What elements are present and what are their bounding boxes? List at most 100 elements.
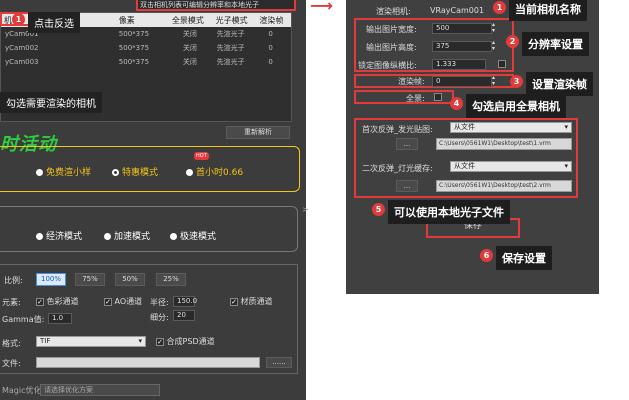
radio-icon	[104, 233, 111, 240]
file-label: 文件:	[2, 359, 21, 368]
cell-camera: yCam002	[5, 44, 39, 52]
left-panel: 双击相机列表可编辑分辨率和本地光子 机 像素 全景模式 光子模式 渲染帧 yCa…	[0, 0, 309, 400]
camera-value: VRayCam001	[430, 6, 485, 15]
elements-label: 元素:	[2, 298, 21, 307]
second-browse-button[interactable]: ...	[396, 180, 418, 192]
cell-photon: 先渲光子	[216, 58, 245, 66]
height-label: 输出图片高度:	[366, 43, 417, 52]
second-bounce-select[interactable]: 从文件 ▾	[450, 161, 572, 172]
header-note: 双击相机列表可编辑分辨率和本地光子	[140, 1, 259, 9]
arrow-right-icon: ⟶	[310, 0, 333, 15]
callout-badge-4: 4	[450, 97, 463, 110]
second-bounce-label: 二次反弹_灯光缓存:	[362, 164, 433, 173]
first-browse-button[interactable]: ...	[396, 138, 418, 150]
cell-pano: 关闭	[182, 58, 197, 66]
col-frame[interactable]: 渲染帧	[256, 13, 291, 27]
lock-ratio-input[interactable]: 1.333	[432, 59, 486, 70]
mode-economy[interactable]: 经济模式	[36, 229, 82, 242]
gamma-label: Gamma值:	[2, 315, 45, 324]
callout-select-cameras: 勾选需要渲染的相机	[0, 92, 102, 113]
width-spinner-icon[interactable]: ▴ ▾	[492, 22, 495, 34]
chevron-down-icon: ▾	[138, 337, 142, 345]
subdiv-label: 细分:	[150, 313, 169, 322]
callout-badge-6: 6	[480, 249, 493, 262]
reparse-button[interactable]: 重新解析	[226, 126, 290, 139]
frame-label: 渲染帧:	[398, 77, 425, 86]
format-label: 格式:	[2, 339, 21, 348]
frame-spinner-icon[interactable]: ▴ ▾	[492, 75, 495, 87]
table-row[interactable]: yCam003 500*375 关闭 先渲光子 0	[1, 55, 291, 69]
promo-option-free[interactable]: 免费渲小样	[36, 165, 91, 178]
scale-75-button[interactable]: 75%	[75, 273, 105, 286]
frame-input[interactable]: 0	[432, 76, 492, 87]
magic-label: Magic优化	[2, 386, 42, 395]
psd-checkbox[interactable]: 合成PSD通道	[156, 336, 215, 347]
collapse-arrow-icon[interactable]: >	[302, 205, 309, 214]
radius-label: 半径:	[150, 298, 169, 307]
height-spinner-icon[interactable]: ▴ ▾	[492, 40, 495, 52]
height-input[interactable]: 375	[432, 41, 492, 52]
gamma-input[interactable]: 1.0	[48, 313, 72, 324]
callout-resolution: 分辨率设置	[522, 32, 589, 56]
callout-camera-name: 当前相机名称	[509, 0, 587, 21]
callout-badge-3: 3	[510, 75, 523, 88]
checkbox-icon	[36, 297, 44, 306]
chevron-down-icon: ▾	[564, 162, 568, 170]
second-path-input[interactable]: C:\Users\0561W1\Desktop\test\2.vrm	[436, 180, 572, 192]
cell-frame: 0	[268, 44, 273, 52]
radius-input[interactable]: 150.0	[173, 296, 197, 307]
callout-badge-1: 1	[12, 13, 25, 26]
file-path-input[interactable]	[36, 357, 260, 368]
callout-frame: 设置渲染帧	[526, 72, 593, 96]
ao-channel-checkbox[interactable]: AO通道	[104, 296, 142, 307]
lock-ratio-checkbox[interactable]	[498, 60, 506, 68]
callout-badge-2: 2	[506, 35, 519, 48]
format-select[interactable]: TIF ▾	[36, 336, 146, 347]
callout-invert-select: 点击反选	[28, 12, 80, 33]
color-channel-checkbox[interactable]: 色彩通道	[36, 296, 79, 307]
checkbox-icon	[230, 297, 238, 306]
first-bounce-label: 首次反弹_发光贴图:	[362, 125, 433, 134]
first-path-input[interactable]: C:\Users\0561W1\Desktop\test\1.vrm	[436, 138, 572, 150]
checkbox-icon	[156, 337, 164, 346]
panorama-label: 全景:	[406, 94, 425, 103]
subdiv-input[interactable]: 20	[173, 310, 195, 321]
promo-option-first-hour[interactable]: 首小时0.66	[186, 165, 243, 178]
radio-icon	[186, 169, 193, 176]
callout-save: 保存设置	[496, 246, 552, 270]
scale-25-button[interactable]: 25%	[156, 273, 186, 286]
checkbox-icon	[104, 297, 112, 306]
cell-camera: yCam003	[5, 58, 39, 66]
lock-ratio-label: 锁定图像纵横比:	[358, 61, 417, 70]
col-photon[interactable]: 光子模式	[213, 13, 257, 27]
camera-label: 渲染相机:	[376, 7, 411, 16]
cell-frame: 0	[268, 30, 273, 38]
cell-pano: 关闭	[182, 30, 197, 38]
mode-accelerated[interactable]: 加速模式	[104, 229, 150, 242]
scale-50-button[interactable]: 50%	[115, 273, 145, 286]
first-bounce-select[interactable]: 从文件 ▾	[450, 122, 572, 133]
magic-select[interactable]: 请选择优化方案	[40, 384, 160, 396]
cell-frame: 0	[268, 58, 273, 66]
browse-button[interactable]: ......	[266, 357, 292, 368]
callout-badge-5: 5	[372, 203, 385, 216]
header-note-box: 双击相机列表可编辑分辨率和本地光子	[136, 0, 296, 11]
scale-100-button[interactable]: 100%	[36, 273, 66, 286]
width-label: 输出图片宽度:	[366, 25, 417, 34]
col-pano[interactable]: 全景模式	[169, 13, 213, 27]
radio-icon	[112, 169, 119, 176]
panorama-checkbox[interactable]	[434, 93, 442, 101]
promo-option-discount[interactable]: 特惠模式	[112, 165, 158, 178]
table-row[interactable]: yCam002 500*375 关闭 先渲光子 0	[1, 41, 291, 55]
material-channel-checkbox[interactable]: 材质通道	[230, 296, 273, 307]
radio-icon	[170, 233, 177, 240]
cell-pixel: 500*375	[118, 58, 150, 66]
cell-photon: 先渲光子	[216, 44, 245, 52]
radio-icon	[36, 233, 43, 240]
mode-extreme[interactable]: 极速模式	[170, 229, 216, 242]
scale-label: 比例:	[4, 276, 23, 285]
hot-badge: HOT	[194, 152, 209, 160]
width-input[interactable]: 500	[432, 23, 492, 34]
cell-pano: 关闭	[182, 44, 197, 52]
radio-icon	[36, 169, 43, 176]
